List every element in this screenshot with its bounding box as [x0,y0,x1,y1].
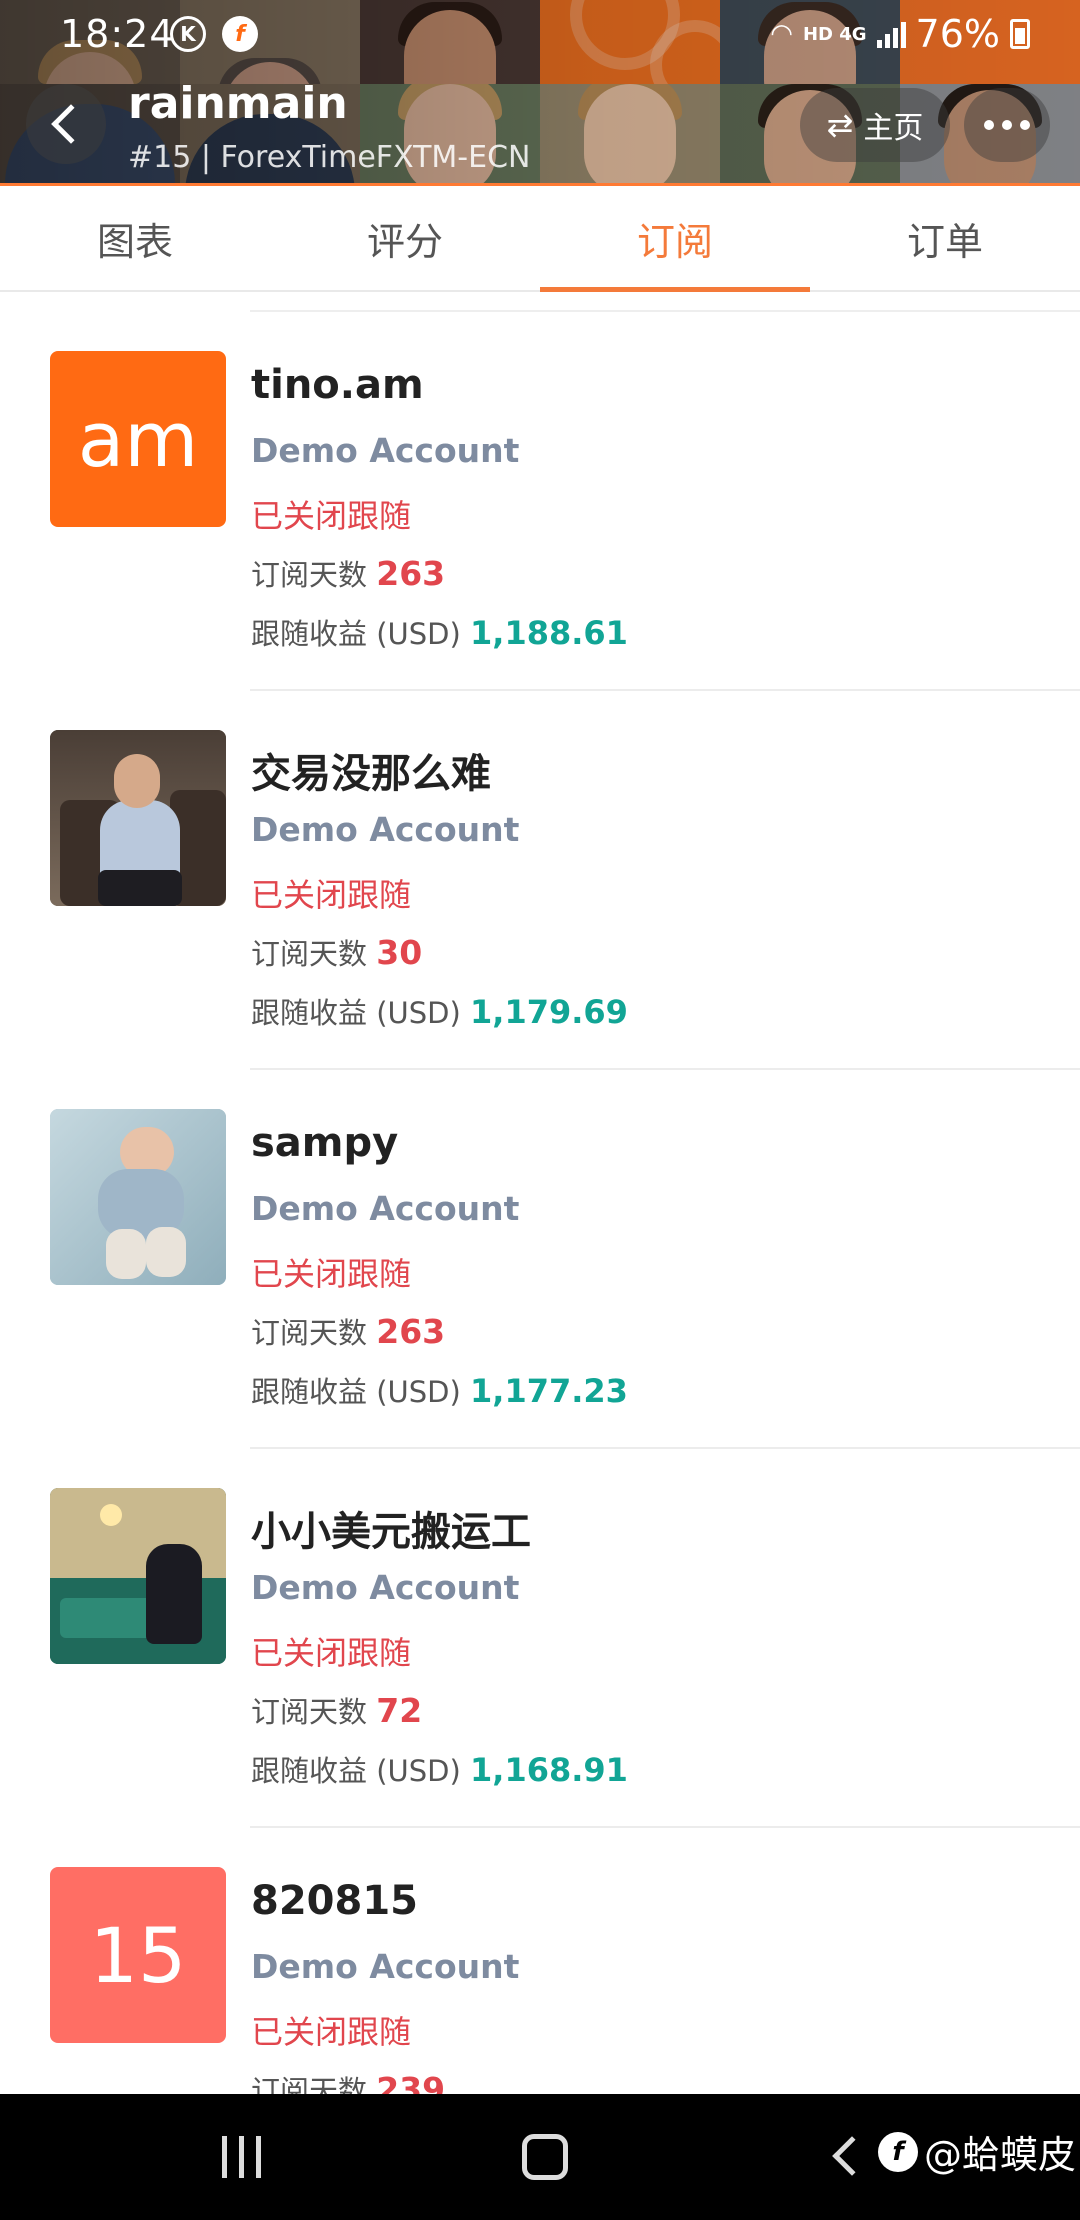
wifi-icon: ◠ [770,19,793,49]
profit-label: 跟随收益 (USD) [251,996,461,1030]
avatar-initials: 15 [89,1910,187,2000]
days-label: 订阅天数 [251,558,368,592]
trader-name: 小小美元搬运工 [251,1509,531,1555]
profit-label: 跟随收益 (USD) [251,617,461,651]
avatar: 15 [50,1867,226,2043]
account-type: Demo Account [251,1568,520,1607]
more-dot-icon [984,120,994,130]
profit-value: 1,168.91 [470,1751,628,1789]
avatar: am [50,351,226,527]
system-navigation-bar: f @蛤蟆皮 [0,2094,1080,2220]
back-button[interactable] [26,84,106,164]
chevron-left-icon [51,104,91,144]
tab-subscriptions[interactable]: 订阅 [540,186,810,292]
days-value: 72 [376,1691,423,1730]
subscription-item[interactable]: sampy Demo Account 已关闭跟随 订阅天数 263 跟随收益 (… [0,1070,1080,1449]
account-type: Demo Account [251,1189,520,1228]
follow-profit: 跟随收益 (USD) 1,177.23 [251,1369,628,1411]
battery-percent: 76% [915,12,1000,56]
network-indicator: HD 4G [802,23,867,45]
subscription-days: 订阅天数 30 [251,931,422,973]
days-label: 订阅天数 [251,1316,368,1350]
k-app-icon: K [170,16,206,52]
trader-name: 交易没那么难 [251,751,491,797]
days-label: 订阅天数 [251,937,368,971]
follow-status: 已关闭跟随 [251,1255,412,1293]
profile-header: 18:24 K f ◠ HD 4G 76% rainmain #15 | For… [0,0,1080,186]
follow-status: 已关闭跟随 [251,2013,412,2051]
recent-apps-button[interactable] [222,2136,261,2178]
watermark-logo-icon: f [878,2131,918,2172]
follow-profit: 跟随收益 (USD) 1,168.91 [251,1748,628,1790]
trader-name: sampy [251,1120,399,1166]
profit-value: 1,179.69 [470,993,628,1031]
days-value: 263 [376,554,446,593]
watermark: f @蛤蟆皮 [878,2124,1076,2179]
follow-status: 已关闭跟随 [251,497,412,535]
more-options-button[interactable] [964,88,1050,162]
avatar [50,1109,226,1285]
status-time: 18:24 [60,12,175,56]
status-right: ◠ HD 4G 76% [770,12,1030,56]
profit-label: 跟随收益 (USD) [251,1754,461,1788]
avatar-initials: am [77,394,199,484]
account-type: Demo Account [251,810,520,849]
battery-icon [1010,19,1030,49]
trader-name: tino.am [251,362,424,408]
profit-value: 1,177.23 [470,1372,628,1410]
subscription-days: 订阅天数 263 [251,1310,445,1352]
profile-tabs: 图表 评分 订阅 订单 [0,186,1080,292]
account-type: Demo Account [251,1947,520,1986]
profit-value: 1,188.61 [470,614,628,652]
subscription-item[interactable]: 小小美元搬运工 Demo Account 已关闭跟随 订阅天数 72 跟随收益 … [0,1449,1080,1828]
watermark-text: @蛤蟆皮 [924,2133,1077,2177]
subscription-list: am tino.am Demo Account 已关闭跟随 订阅天数 263 跟… [0,312,1080,2207]
profit-label: 跟随收益 (USD) [251,1375,461,1409]
tab-rating[interactable]: 评分 [270,186,540,290]
subscription-days: 订阅天数 72 [251,1689,422,1731]
follow-status: 已关闭跟随 [251,876,412,914]
more-dot-icon [1002,120,1012,130]
avatar [50,1488,226,1664]
days-value: 30 [376,933,423,972]
home-nav-button[interactable] [522,2134,568,2180]
tab-orders[interactable]: 订单 [810,186,1080,290]
home-button-label: 主页 [863,111,924,146]
back-nav-button[interactable] [832,2136,872,2176]
signal-icon [876,20,906,48]
subscription-item[interactable]: am tino.am Demo Account 已关闭跟随 订阅天数 263 跟… [0,312,1080,691]
follow-status: 已关闭跟随 [251,1634,412,1672]
days-value: 263 [376,1312,446,1351]
swap-icon: ⇄ [826,106,854,144]
avatar [50,730,226,906]
trader-name: 820815 [251,1878,418,1924]
subscription-days: 订阅天数 263 [251,552,445,594]
fxtm-app-icon: f [222,16,258,52]
profile-username: rainmain [128,78,348,129]
follow-profit: 跟随收益 (USD) 1,179.69 [251,990,628,1032]
subscription-item[interactable]: 交易没那么难 Demo Account 已关闭跟随 订阅天数 30 跟随收益 (… [0,691,1080,1070]
account-type: Demo Account [251,431,520,470]
home-button[interactable]: ⇄ 主页 [800,88,950,162]
tab-chart[interactable]: 图表 [0,186,270,290]
follow-profit: 跟随收益 (USD) 1,188.61 [251,611,628,653]
more-dot-icon [1020,120,1030,130]
days-label: 订阅天数 [251,1695,368,1729]
profile-rank-server: #15 | ForexTimeFXTM-ECN [128,140,531,175]
